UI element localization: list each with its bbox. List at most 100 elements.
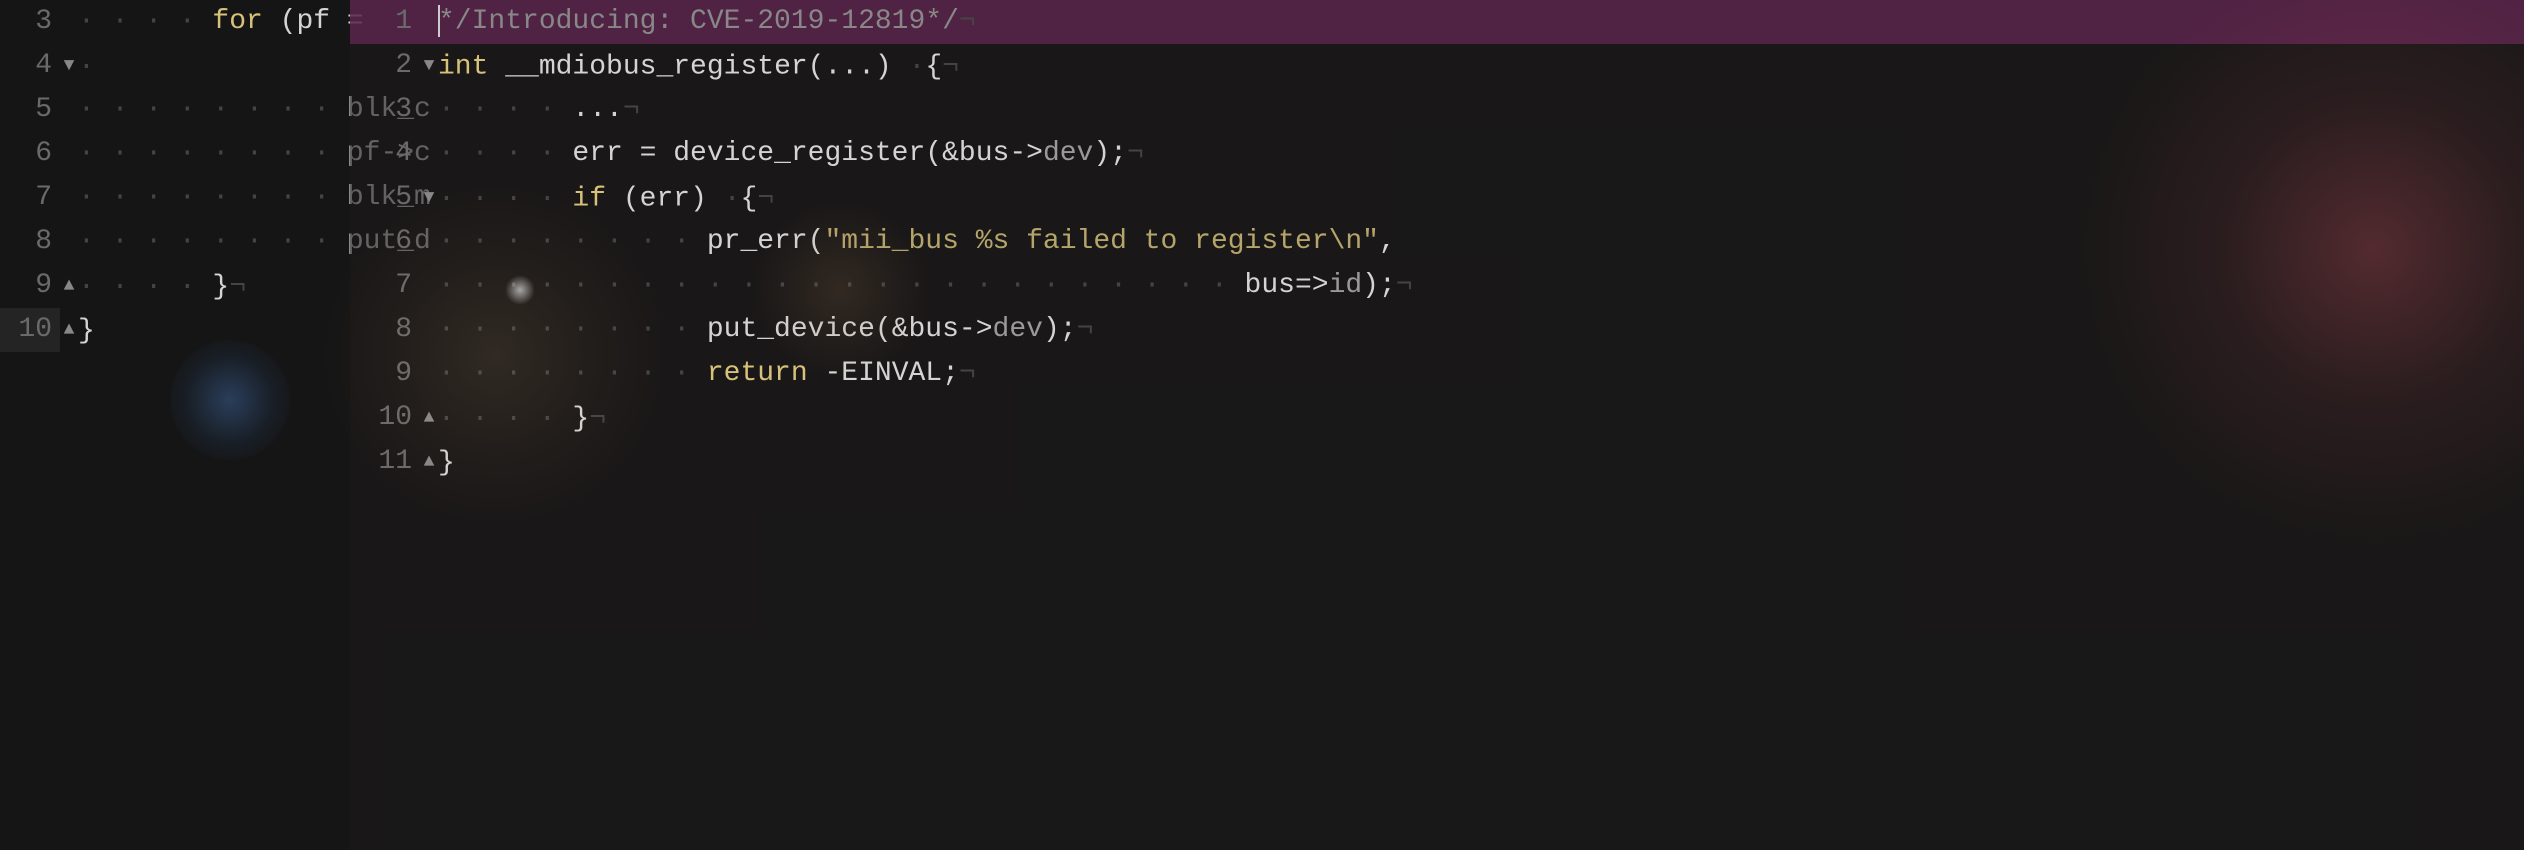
line-number[interactable]: 6: [350, 220, 420, 264]
token-kw: if: [572, 183, 622, 214]
code-line[interactable]: 5▼· · · · if (err) ·{¬: [350, 176, 2524, 220]
token-ws: · · · · · · · · · · · · · · · · · · · · …: [438, 270, 1245, 301]
code-content[interactable]: · · · · · · · · pr_err("mii_bus %s faile…: [438, 226, 1396, 257]
line-number[interactable]: 4: [0, 44, 60, 88]
code-content[interactable]: }: [438, 447, 455, 478]
code-line[interactable]: 5· · · · · · · · blk_c: [0, 88, 350, 132]
line-number[interactable]: 4: [350, 132, 420, 176]
token-ws: · · · ·: [78, 6, 212, 37]
token-kw: for: [212, 6, 279, 37]
line-number[interactable]: 2: [350, 44, 420, 88]
code-line[interactable]: 10▲}: [0, 308, 350, 352]
token-ws: ¬: [1396, 270, 1413, 301]
token-ws: ·: [909, 51, 926, 82]
code-content[interactable]: · · · · if (err) ·{¬: [438, 183, 774, 214]
code-content[interactable]: */Introducing: CVE-2019-12819*/¬: [438, 6, 976, 37]
token-punct: );: [1093, 138, 1127, 169]
token-ws: · · · · · · · ·: [78, 138, 347, 169]
fold-indicator-icon[interactable]: ▲: [420, 396, 438, 440]
line-number[interactable]: 7: [350, 264, 420, 308]
code-line[interactable]: 6 · · · · · · · · pr_err("mii_bus %s fail…: [350, 220, 2524, 264]
line-number[interactable]: 1: [350, 0, 420, 44]
line-number[interactable]: 9: [350, 352, 420, 396]
code-line[interactable]: 4 · · · · err = device_register(&bus->dev…: [350, 132, 2524, 176]
code-line[interactable]: 10▲· · · · }¬: [350, 396, 2524, 440]
background-code-lines: 3· · · · for (pf =4▼· 5· · · · · · · · b…: [0, 0, 350, 352]
token-ws: ¬: [959, 6, 976, 37]
line-number[interactable]: 3: [0, 0, 60, 44]
token-ident: err: [640, 183, 690, 214]
line-number[interactable]: 6: [0, 132, 60, 176]
code-line[interactable]: 7· · · · · · · · blk_m: [0, 176, 350, 220]
line-number[interactable]: 8: [0, 220, 60, 264]
token-field: dev: [993, 314, 1043, 345]
token-ws: ·: [724, 183, 741, 214]
code-content[interactable]: · · · · err = device_register(&bus->dev)…: [438, 138, 1144, 169]
code-line[interactable]: 8 · · · · · · · · put_device(&bus->dev);¬: [350, 308, 2524, 352]
token-ws: · · · ·: [438, 183, 572, 214]
foreground-code-lines: 1*/Introducing: CVE-2019-12819*/¬2▼int _…: [350, 0, 2524, 484]
code-content[interactable]: ·: [78, 51, 112, 82]
token-fn: put_device: [707, 314, 875, 345]
token-punct: (: [925, 138, 942, 169]
token-ws: ¬: [942, 51, 959, 82]
token-ws: ¬: [589, 403, 606, 434]
token-const: EINVAL: [841, 358, 942, 389]
code-content[interactable]: · · · · for (pf =: [78, 6, 364, 37]
token-field: id: [1329, 270, 1363, 301]
line-number[interactable]: 7: [0, 176, 60, 220]
code-line[interactable]: 3· · · · for (pf =: [0, 0, 350, 44]
fold-indicator-icon[interactable]: ▼: [60, 44, 78, 88]
token-punct: {: [925, 51, 942, 82]
code-content[interactable]: · · · · · · · · return -EINVAL;¬: [438, 358, 976, 389]
token-punct: (: [808, 226, 825, 257]
code-line[interactable]: 7 · · · · · · · · · · · · · · · · · · · ·…: [350, 264, 2524, 308]
line-number[interactable]: 10: [0, 308, 60, 352]
token-ident: bus: [909, 314, 959, 345]
line-number[interactable]: 11: [350, 440, 420, 484]
token-ws: · · · ·: [438, 94, 572, 125]
token-op: =>: [1295, 270, 1329, 301]
code-line[interactable]: 6· · · · · · · · pf->c: [0, 132, 350, 176]
token-op: ->: [959, 314, 993, 345]
line-number[interactable]: 8: [350, 308, 420, 352]
token-punct: }: [572, 403, 589, 434]
token-type: int: [438, 51, 505, 82]
fold-indicator-icon[interactable]: ▲: [420, 440, 438, 484]
token-fn: __mdiobus_register: [505, 51, 807, 82]
code-line[interactable]: 8· · · · · · · · put_d: [0, 220, 350, 264]
code-line[interactable]: 4▼·: [0, 44, 350, 88]
code-content[interactable]: · · · · · · · · · · · · · · · · · · · · …: [438, 270, 1413, 301]
fold-indicator-icon[interactable]: ▼: [420, 44, 438, 88]
code-content[interactable]: · · · · }¬: [78, 271, 246, 302]
token-ws: ¬: [1127, 138, 1144, 169]
code-line[interactable]: 3 · · · · ...¬: [350, 88, 2524, 132]
code-content[interactable]: · · · · }¬: [438, 403, 606, 434]
token-ws: · · · ·: [438, 403, 572, 434]
line-number[interactable]: 3: [350, 88, 420, 132]
code-line[interactable]: 9▲· · · · }¬: [0, 264, 350, 308]
code-line[interactable]: 9 · · · · · · · · return -EINVAL;¬: [350, 352, 2524, 396]
token-ident: bus: [959, 138, 1009, 169]
fold-indicator-icon[interactable]: ▲: [60, 264, 78, 308]
code-line[interactable]: 2▼int __mdiobus_register(...) ·{¬: [350, 44, 2524, 88]
code-content[interactable]: }: [78, 315, 95, 346]
code-content[interactable]: · · · · ...¬: [438, 94, 640, 125]
token-punct: (: [808, 51, 825, 82]
code-content[interactable]: · · · · · · · · put_device(&bus->dev);¬: [438, 314, 1093, 345]
fold-indicator-icon[interactable]: ▼: [420, 176, 438, 220]
code-line[interactable]: 11▲}: [350, 440, 2524, 484]
line-number[interactable]: 9: [0, 264, 60, 308]
code-content[interactable]: int __mdiobus_register(...) ·{¬: [438, 51, 959, 82]
fold-indicator-icon[interactable]: ▲: [60, 308, 78, 352]
line-number[interactable]: 5: [350, 176, 420, 220]
token-punct: );: [1043, 314, 1077, 345]
token-ws: · · · ·: [78, 271, 212, 302]
code-line[interactable]: 1 */Introducing: CVE-2019-12819*/¬: [350, 0, 2524, 44]
token-punct: ): [690, 183, 724, 214]
token-ws: ¬: [623, 94, 640, 125]
line-number[interactable]: 10: [350, 396, 420, 440]
token-punct: ,: [1379, 226, 1396, 257]
line-number[interactable]: 5: [0, 88, 60, 132]
token-punct: }: [78, 315, 95, 346]
